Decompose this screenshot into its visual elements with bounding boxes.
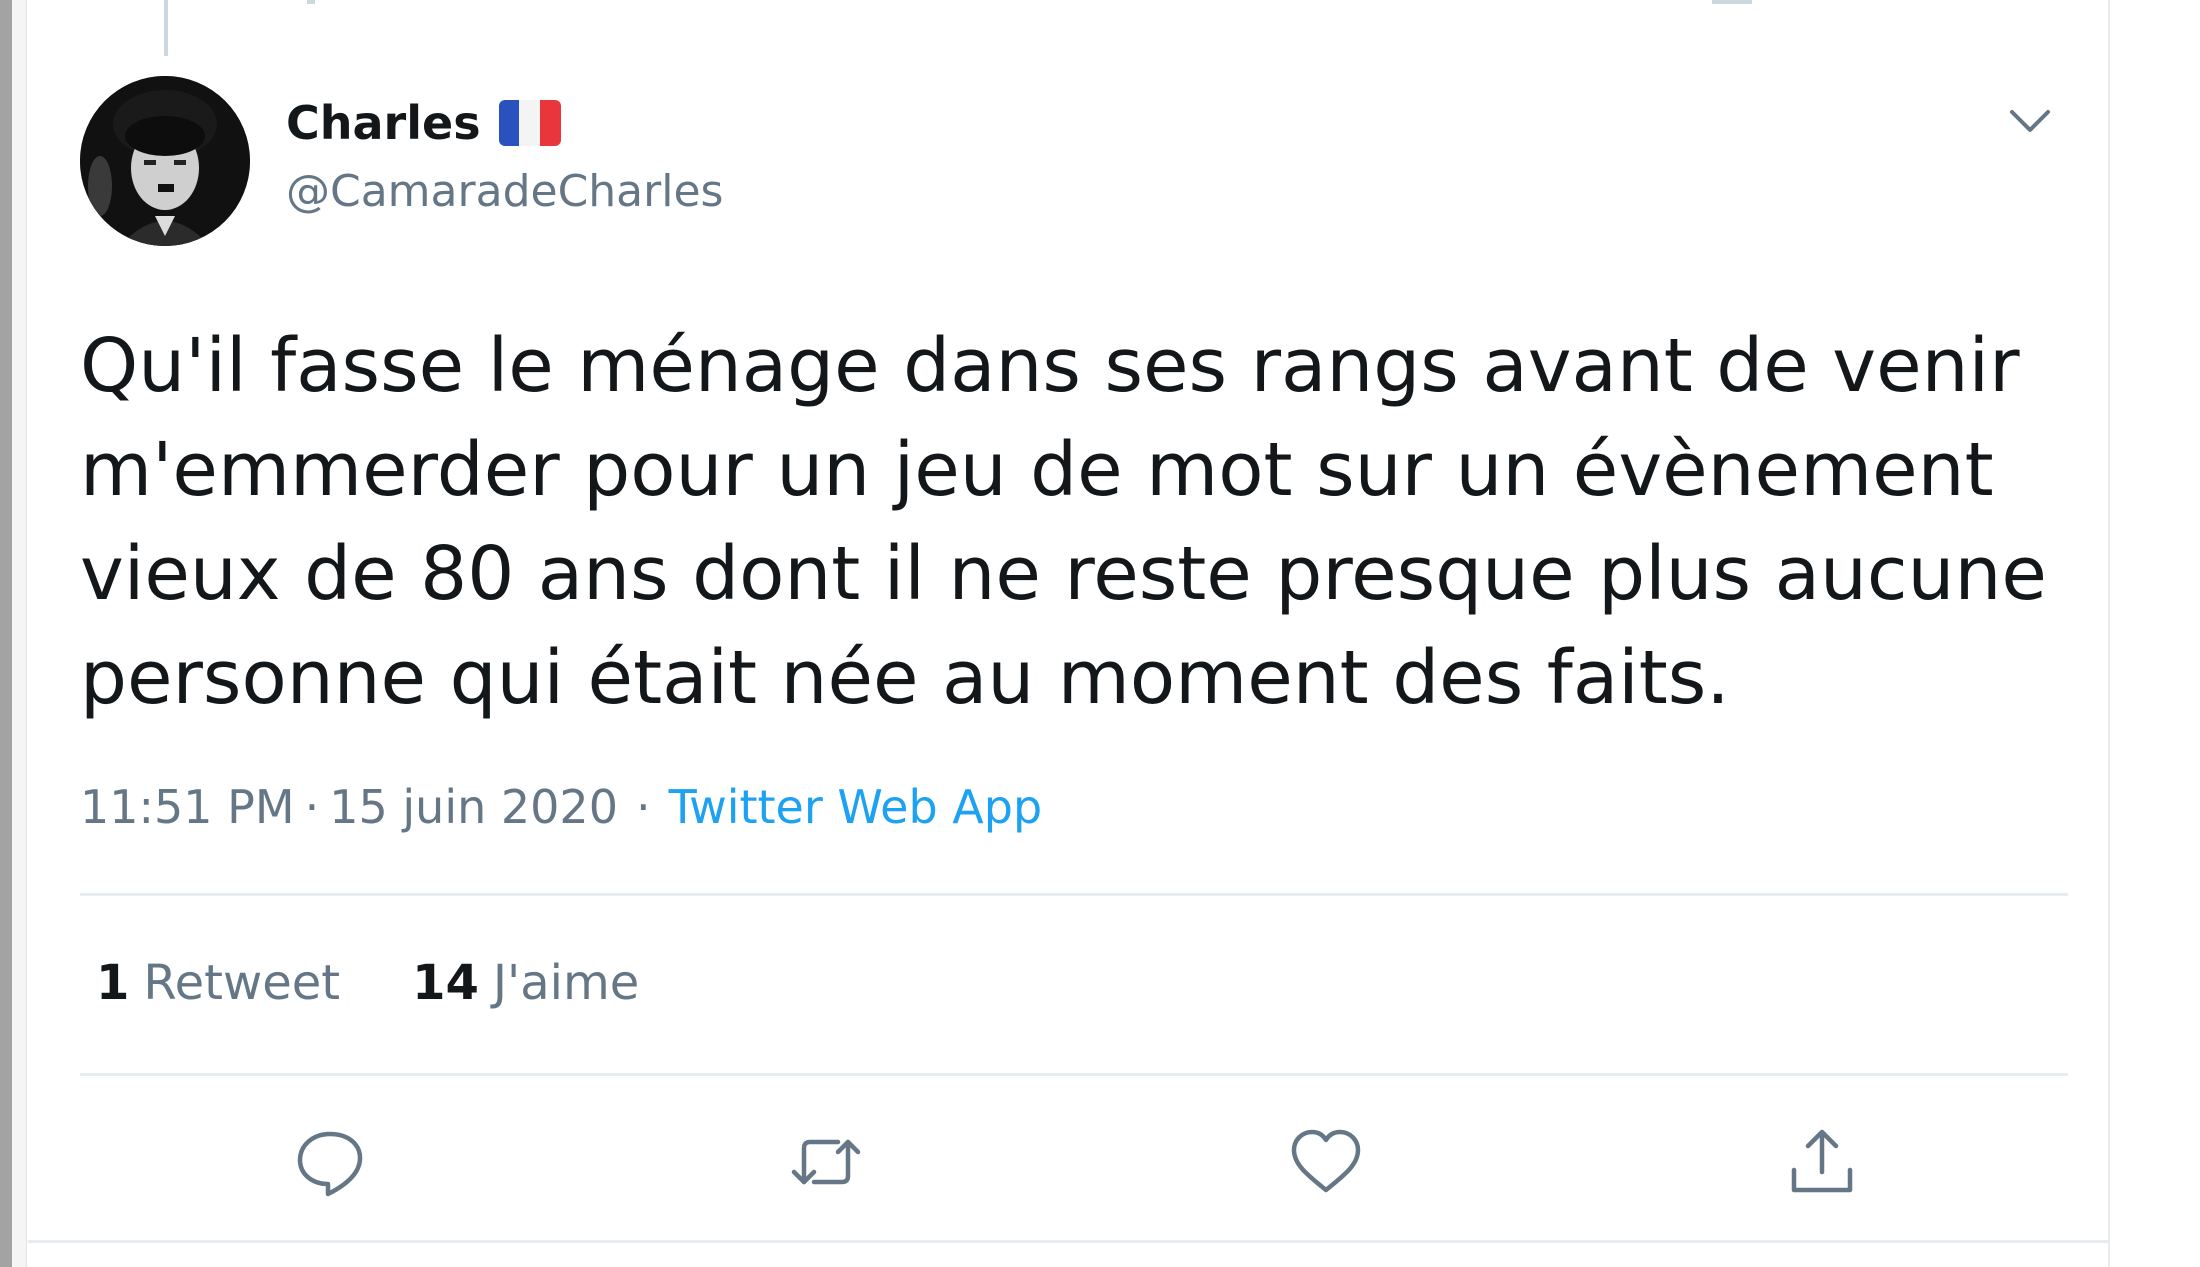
display-name[interactable]: Charles bbox=[286, 96, 561, 150]
previous-tweet-action-fragment bbox=[1712, 0, 1752, 4]
window-left-edge bbox=[0, 0, 12, 1267]
tweet-time[interactable]: 11:51 PM bbox=[80, 780, 295, 834]
chevron-down-icon[interactable] bbox=[2006, 100, 2054, 140]
like-icon[interactable] bbox=[1286, 1122, 1366, 1202]
display-name-text: Charles bbox=[286, 96, 481, 150]
meta-separator: · bbox=[304, 780, 320, 834]
reply-icon[interactable] bbox=[290, 1122, 370, 1202]
window-right-edge bbox=[2108, 0, 2200, 1267]
retweet-icon[interactable] bbox=[786, 1122, 866, 1202]
thread-connector-line bbox=[164, 0, 168, 56]
likes-count: 14 bbox=[412, 955, 479, 1011]
tweet-date[interactable]: 15 juin 2020 bbox=[329, 780, 618, 834]
tweet-text: Qu'il fasse le ménage dans ses rangs ava… bbox=[80, 323, 2047, 721]
likes-stat[interactable]: 14 J'aime bbox=[412, 955, 639, 1011]
tweet-stats: 1 Retweet 14 J'aime bbox=[96, 955, 711, 1011]
divider bbox=[80, 893, 2068, 896]
retweets-count: 1 bbox=[96, 955, 130, 1011]
user-handle[interactable]: @CamaradeCharles bbox=[286, 166, 723, 217]
avatar[interactable] bbox=[80, 76, 250, 246]
meta-separator: · bbox=[635, 780, 651, 834]
window-left-gutter bbox=[12, 0, 27, 1267]
divider bbox=[28, 1240, 2108, 1243]
previous-tweet-action-fragment bbox=[307, 0, 315, 4]
tweet-metadata: 11:51 PM · 15 juin 2020 · Twitter Web Ap… bbox=[80, 780, 1042, 834]
tweet-actions-bar bbox=[0, 1122, 2100, 1202]
tweet-source-link[interactable]: Twitter Web App bbox=[669, 780, 1043, 834]
avatar-portrait bbox=[80, 76, 250, 246]
france-flag-icon bbox=[498, 100, 561, 146]
retweets-label: Retweet bbox=[143, 955, 341, 1011]
retweets-stat[interactable]: 1 Retweet bbox=[96, 955, 340, 1011]
share-icon[interactable] bbox=[1782, 1122, 1862, 1202]
likes-label: J'aime bbox=[492, 955, 640, 1011]
divider bbox=[80, 1073, 2068, 1076]
